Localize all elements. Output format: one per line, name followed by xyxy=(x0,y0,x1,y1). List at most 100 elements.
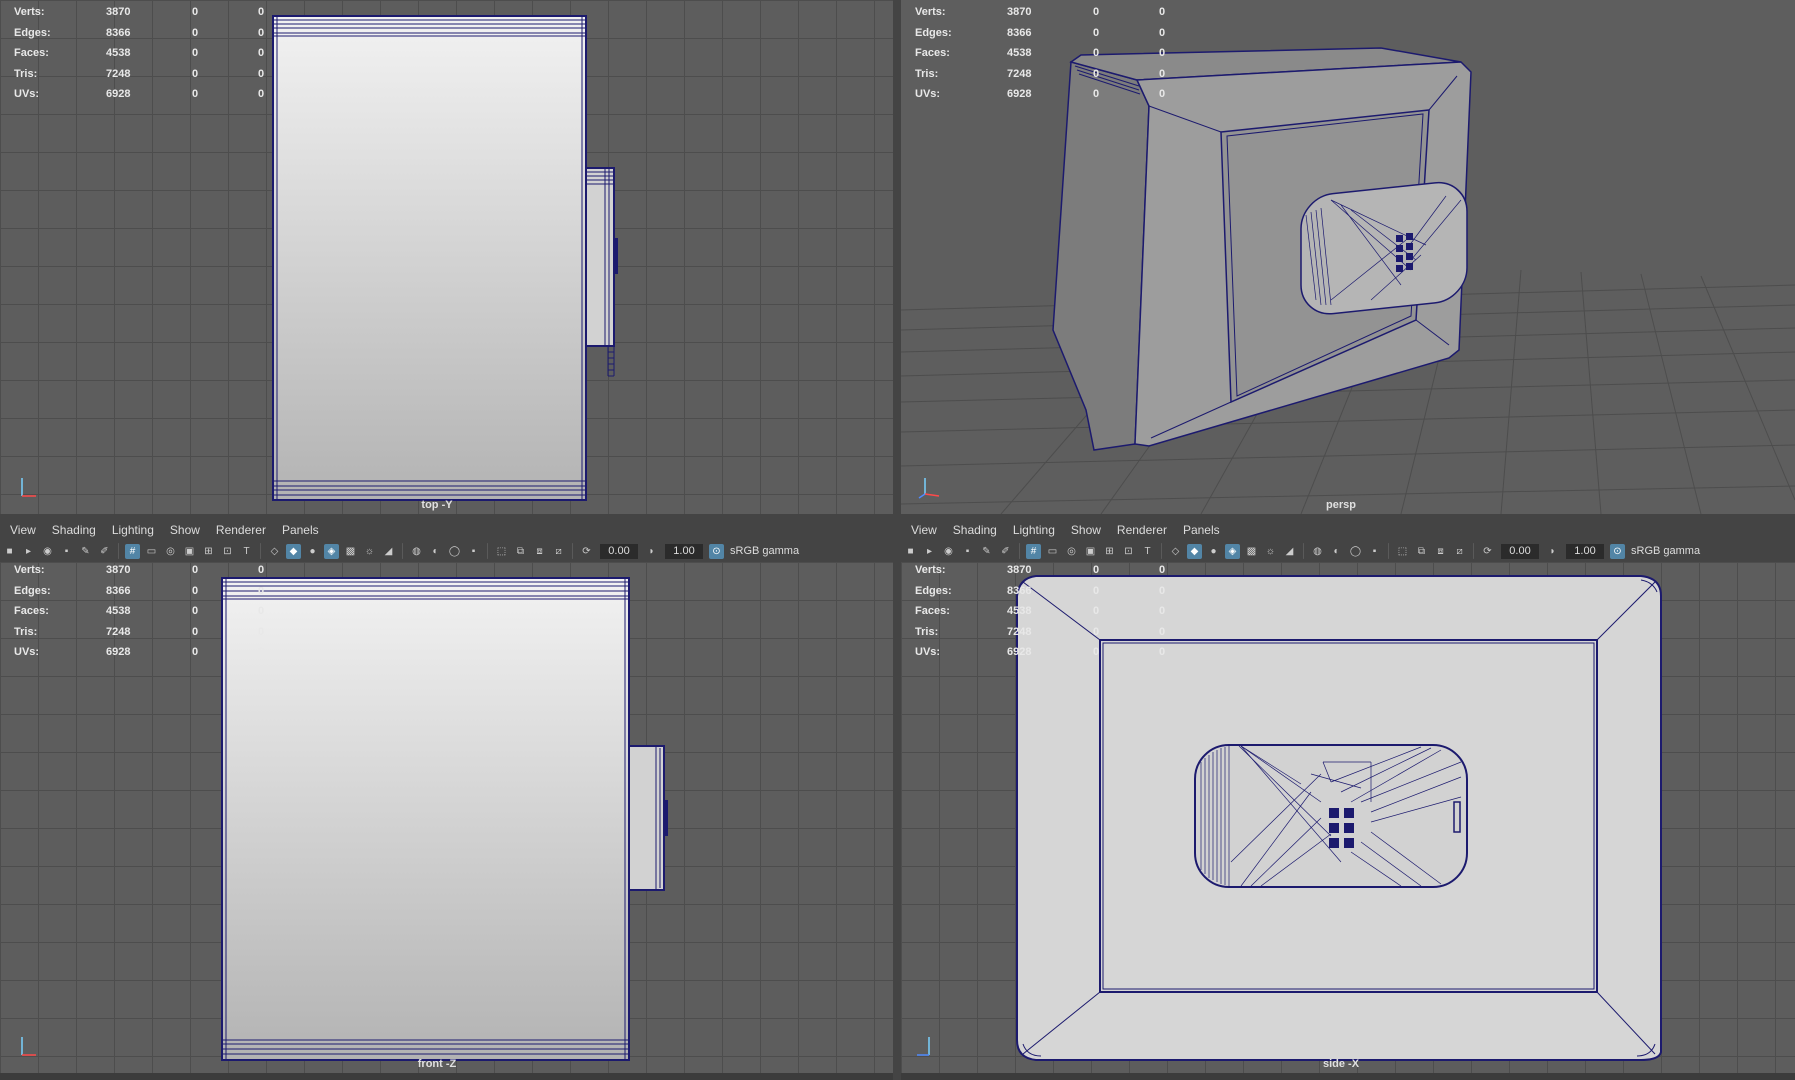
isolate-select-icon[interactable]: ⬚ xyxy=(494,544,509,559)
viewport-side[interactable]: Verts: 3870 0 0 Edges: 8366 0 0 Faces: 4538 0 0 T… xyxy=(901,562,1795,1073)
grid-toggle-icon[interactable]: # xyxy=(125,543,140,559)
gate-mask-icon[interactable]: ▣ xyxy=(182,544,197,559)
xray-components-icon[interactable]: ⧄ xyxy=(1452,544,1467,559)
stat-value: 0 xyxy=(192,564,199,576)
xray-icon[interactable]: ⧉ xyxy=(1414,544,1429,559)
toolbar-separator xyxy=(1303,543,1304,559)
exposure-field[interactable]: 0.00 xyxy=(1501,543,1539,559)
field-chart-icon[interactable]: ⊞ xyxy=(201,544,216,559)
colorspace-label[interactable]: sRGB gamma xyxy=(730,545,799,557)
ambient-occlusion-icon[interactable]: ◍ xyxy=(409,544,424,559)
bookmark-add-icon[interactable]: ▪ xyxy=(59,544,74,559)
motion-blur-icon[interactable]: ◐ xyxy=(428,544,443,559)
safe-action-icon[interactable]: ⊡ xyxy=(220,544,235,559)
stat-value: 0 xyxy=(192,584,199,597)
depth-of-field-icon[interactable]: ▪ xyxy=(466,544,481,559)
viewport-top[interactable]: Verts: 3870 0 0 Edges: 8366 0 0 Faces: 4538 0 0 T… xyxy=(0,0,893,514)
menu-lighting[interactable]: Lighting xyxy=(1013,523,1055,537)
safe-title-icon[interactable]: T xyxy=(239,544,254,559)
safe-action-icon[interactable]: ⊡ xyxy=(1121,544,1136,559)
xray-icon[interactable]: ⧉ xyxy=(513,544,528,559)
safe-model-front-view[interactable] xyxy=(0,562,893,1073)
stat-value: 0 xyxy=(258,88,265,100)
wireframe-on-shaded-icon[interactable]: ◈ xyxy=(1225,543,1240,559)
resolution-gate-icon[interactable]: ◎ xyxy=(1064,544,1079,559)
panel-menubar: View Shading Lighting Show Renderer Pane… xyxy=(901,520,1795,540)
film-gate-icon[interactable]: ▭ xyxy=(144,544,159,559)
gamma-icon[interactable]: ◗ xyxy=(644,544,659,559)
menu-shading[interactable]: Shading xyxy=(953,523,997,537)
color-management-icon[interactable]: ⊙ xyxy=(709,543,724,559)
textured-icon[interactable]: ▩ xyxy=(343,544,358,559)
xray-components-icon[interactable]: ⧄ xyxy=(551,544,566,559)
menu-view[interactable]: View xyxy=(911,523,937,537)
exposure-icon[interactable]: ⟳ xyxy=(579,544,594,559)
stat-value: 0 xyxy=(258,67,265,80)
motion-blur-icon[interactable]: ◐ xyxy=(1329,544,1344,559)
bookmark-icon[interactable]: ◉ xyxy=(40,544,55,559)
safe-title-icon[interactable]: T xyxy=(1140,544,1155,559)
menu-lighting[interactable]: Lighting xyxy=(112,523,154,537)
stat-value: 0 xyxy=(258,26,265,39)
axis-gizmo-icon xyxy=(21,1037,36,1056)
gate-mask-icon[interactable]: ▣ xyxy=(1083,544,1098,559)
color-management-icon[interactable]: ⊙ xyxy=(1610,543,1625,559)
shadows-icon[interactable]: ◢ xyxy=(381,544,396,559)
grid-toggle-icon[interactable]: # xyxy=(1026,543,1041,559)
safe-model-top-view[interactable] xyxy=(0,0,893,514)
camera-attributes-icon[interactable]: ▸ xyxy=(21,544,36,559)
gamma-field[interactable]: 1.00 xyxy=(1566,543,1604,559)
safe-model-side-view[interactable] xyxy=(901,562,1795,1073)
wireframe-icon[interactable]: ◇ xyxy=(1168,544,1183,559)
image-plane-icon[interactable]: ✎ xyxy=(979,544,994,559)
viewport-front[interactable]: Verts: 3870 0 0 Edges: 8366 0 0 Faces: 4538 0 0 T… xyxy=(0,562,893,1073)
menu-show[interactable]: Show xyxy=(170,523,200,537)
default-material-icon[interactable]: ● xyxy=(305,544,320,559)
menu-renderer[interactable]: Renderer xyxy=(216,523,266,537)
panel-divider-vertical[interactable] xyxy=(893,0,901,1080)
textured-icon[interactable]: ▩ xyxy=(1244,544,1259,559)
menu-renderer[interactable]: Renderer xyxy=(1117,523,1167,537)
gamma-field[interactable]: 1.00 xyxy=(665,543,703,559)
image-plane-icon[interactable]: ✎ xyxy=(78,544,93,559)
bookmark-icon[interactable]: ◉ xyxy=(941,544,956,559)
lights-icon[interactable]: ☼ xyxy=(1263,544,1278,559)
isolate-select-icon[interactable]: ⬚ xyxy=(1395,544,1410,559)
exposure-field[interactable]: 0.00 xyxy=(600,543,638,559)
viewport-persp[interactable]: Verts: 3870 0 0 Edges: 8366 0 0 Faces: 4538 0 0 T… xyxy=(901,0,1795,514)
camera-select-icon[interactable]: ■ xyxy=(903,544,918,559)
lights-icon[interactable]: ☼ xyxy=(362,544,377,559)
camera-attributes-icon[interactable]: ▸ xyxy=(922,544,937,559)
grease-pencil-icon[interactable]: ✐ xyxy=(97,544,112,559)
menu-view[interactable]: View xyxy=(10,523,36,537)
default-material-icon[interactable]: ● xyxy=(1206,544,1221,559)
menu-show[interactable]: Show xyxy=(1071,523,1101,537)
xray-joints-icon[interactable]: ⧈ xyxy=(532,544,547,559)
menu-shading[interactable]: Shading xyxy=(52,523,96,537)
xray-joints-icon[interactable]: ⧈ xyxy=(1433,544,1448,559)
colorspace-label[interactable]: sRGB gamma xyxy=(1631,545,1700,557)
toolbar-separator xyxy=(572,543,573,559)
stat-value: 6928 xyxy=(106,646,131,658)
smooth-shade-icon[interactable]: ◆ xyxy=(286,543,301,559)
ambient-occlusion-icon[interactable]: ◍ xyxy=(1310,544,1325,559)
menu-panels[interactable]: Panels xyxy=(282,523,319,537)
camera-select-icon[interactable]: ■ xyxy=(2,544,17,559)
smooth-shade-icon[interactable]: ◆ xyxy=(1187,543,1202,559)
antialiasing-icon[interactable]: ◯ xyxy=(1348,544,1363,559)
antialiasing-icon[interactable]: ◯ xyxy=(447,544,462,559)
field-chart-icon[interactable]: ⊞ xyxy=(1102,544,1117,559)
menu-panels[interactable]: Panels xyxy=(1183,523,1220,537)
gamma-icon[interactable]: ◗ xyxy=(1545,544,1560,559)
wireframe-on-shaded-icon[interactable]: ◈ xyxy=(324,543,339,559)
grease-pencil-icon[interactable]: ✐ xyxy=(998,544,1013,559)
wireframe-icon[interactable]: ◇ xyxy=(267,544,282,559)
film-gate-icon[interactable]: ▭ xyxy=(1045,544,1060,559)
shadows-icon[interactable]: ◢ xyxy=(1282,544,1297,559)
depth-of-field-icon[interactable]: ▪ xyxy=(1367,544,1382,559)
safe-model-persp-view[interactable] xyxy=(901,0,1795,514)
bookmark-add-icon[interactable]: ▪ xyxy=(960,544,975,559)
exposure-icon[interactable]: ⟳ xyxy=(1480,544,1495,559)
resolution-gate-icon[interactable]: ◎ xyxy=(163,544,178,559)
axis-gizmo-icon xyxy=(918,478,940,499)
